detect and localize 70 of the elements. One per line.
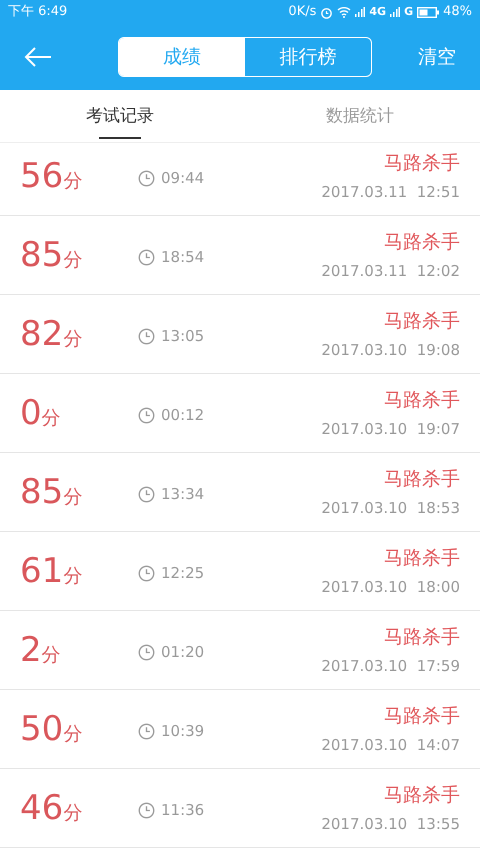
record-date: 2017.03.10 17:59: [321, 656, 460, 677]
score: 85分: [20, 470, 84, 514]
segment-tab[interactable]: 排行榜: [245, 38, 371, 76]
score: 82分: [20, 312, 84, 356]
record-row[interactable]: 82分 13:05 马路杀手 2017.03.10 19:08: [0, 295, 480, 374]
clock-icon: [138, 486, 155, 502]
record-title: 马路杀手: [384, 150, 460, 176]
record-row[interactable]: 85分 13:34 马路杀手 2017.03.10 18:53: [0, 453, 480, 532]
record-date: 2017.03.10 19:08: [321, 340, 460, 361]
record-row[interactable]: 2分 01:20 马路杀手 2017.03.10 17:59: [0, 611, 480, 690]
duration: 18:54: [161, 246, 204, 268]
signal-icon: [355, 7, 366, 17]
duration: 11:36: [161, 800, 204, 821]
record-row[interactable]: 0分 00:12 马路杀手 2017.03.10 19:07: [0, 374, 480, 453]
record-title: 马路杀手: [384, 704, 460, 728]
clock-icon: [138, 564, 155, 582]
record-date: 2017.03.10 14:07: [321, 735, 460, 756]
duration: 00:12: [161, 404, 204, 426]
duration: 09:44: [161, 168, 204, 189]
tab[interactable]: 考试记录: [0, 90, 240, 142]
battery-level: 48%: [443, 3, 472, 22]
record-date: 2017.03.10 18:53: [321, 498, 460, 519]
battery-icon: [417, 6, 440, 18]
duration: 01:20: [161, 642, 204, 663]
score: 2分: [20, 628, 62, 672]
clock-icon: [138, 722, 155, 740]
network-type: 4G: [369, 4, 386, 20]
network-speed: 0K/s: [288, 3, 316, 22]
record-date: 2017.03.11 12:51: [321, 182, 460, 203]
duration: 12:25: [161, 562, 204, 584]
record-title: 马路杀手: [384, 624, 460, 650]
record-date: 2017.03.11 12:02: [321, 261, 460, 282]
record-title: 马路杀手: [384, 230, 460, 254]
record-title: 马路杀手: [384, 466, 460, 492]
clock-icon: [138, 248, 155, 266]
segment-tab[interactable]: 成绩: [119, 38, 245, 76]
duration: 10:39: [161, 720, 204, 742]
duration: 13:05: [161, 326, 204, 347]
score: 50分: [20, 708, 84, 750]
signal-icon: [390, 7, 400, 17]
clear-button[interactable]: 清空: [418, 42, 456, 72]
back-arrow-icon: [24, 47, 52, 67]
record-date: 2017.03.10 13:55: [321, 814, 460, 835]
clock-icon: [138, 802, 155, 818]
status-time: 下午 6:49: [8, 3, 68, 22]
network-type: G: [404, 4, 414, 20]
clock-icon: [138, 170, 155, 186]
clock-icon: [138, 328, 155, 344]
clock-icon: [138, 406, 155, 424]
alarm-icon: [320, 6, 334, 18]
clock-icon: [138, 644, 155, 660]
record-row[interactable]: 61分 12:25 马路杀手 2017.03.10 18:00: [0, 532, 480, 611]
record-date: 2017.03.10 19:07: [321, 419, 460, 440]
score: 85分: [20, 234, 84, 276]
duration: 13:34: [161, 484, 204, 505]
score: 0分: [20, 392, 62, 434]
score: 46分: [20, 786, 84, 830]
record-row[interactable]: 85分 18:54 马路杀手 2017.03.11 12:02: [0, 216, 480, 295]
record-title: 马路杀手: [384, 388, 460, 412]
record-date: 2017.03.10 18:00: [321, 577, 460, 598]
wifi-icon: [337, 6, 352, 18]
record-title: 马路杀手: [384, 308, 460, 334]
record-row[interactable]: 50分 10:39 马路杀手 2017.03.10 14:07: [0, 690, 480, 769]
score: 61分: [20, 550, 84, 592]
record-row[interactable]: 46分 11:36 马路杀手 2017.03.10 13:55: [0, 769, 480, 848]
score: 56分: [20, 154, 84, 198]
record-title: 马路杀手: [384, 782, 460, 808]
tab[interactable]: 数据统计: [240, 90, 480, 142]
record-row[interactable]: 56分 09:44 马路杀手 2017.03.11 12:51: [0, 143, 480, 216]
record-title: 马路杀手: [384, 546, 460, 570]
